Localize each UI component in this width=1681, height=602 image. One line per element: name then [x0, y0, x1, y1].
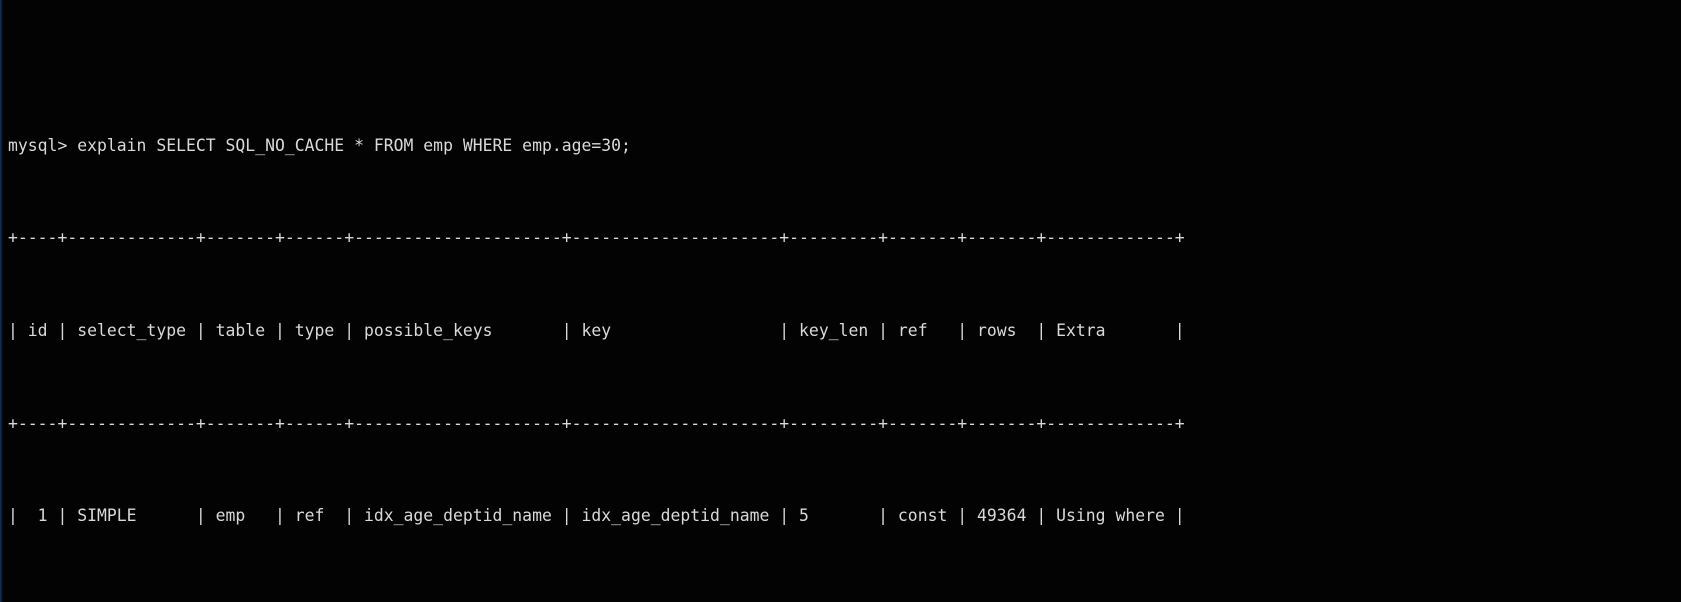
table-separator-bottom: +----+-------------+-------+------+-----… — [8, 594, 1681, 602]
table-data-row: | 1 | SIMPLE | emp | ref | idx_age_depti… — [8, 506, 1185, 526]
command-prompt-line: mysql> explain SELECT SQL_NO_CACHE * FRO… — [8, 135, 631, 155]
table-separator-mid: +----+-------------+-------+------+-----… — [8, 413, 1185, 433]
terminal-screen[interactable]: mysql> explain SELECT SQL_NO_CACHE * FRO… — [8, 7, 1681, 602]
table-header-row: | id | select_type | table | type | poss… — [8, 321, 1185, 341]
terminal-window[interactable]: mysql> explain SELECT SQL_NO_CACHE * FRO… — [0, 0, 1681, 602]
table-separator-top: +----+-------------+-------+------+-----… — [8, 228, 1185, 248]
